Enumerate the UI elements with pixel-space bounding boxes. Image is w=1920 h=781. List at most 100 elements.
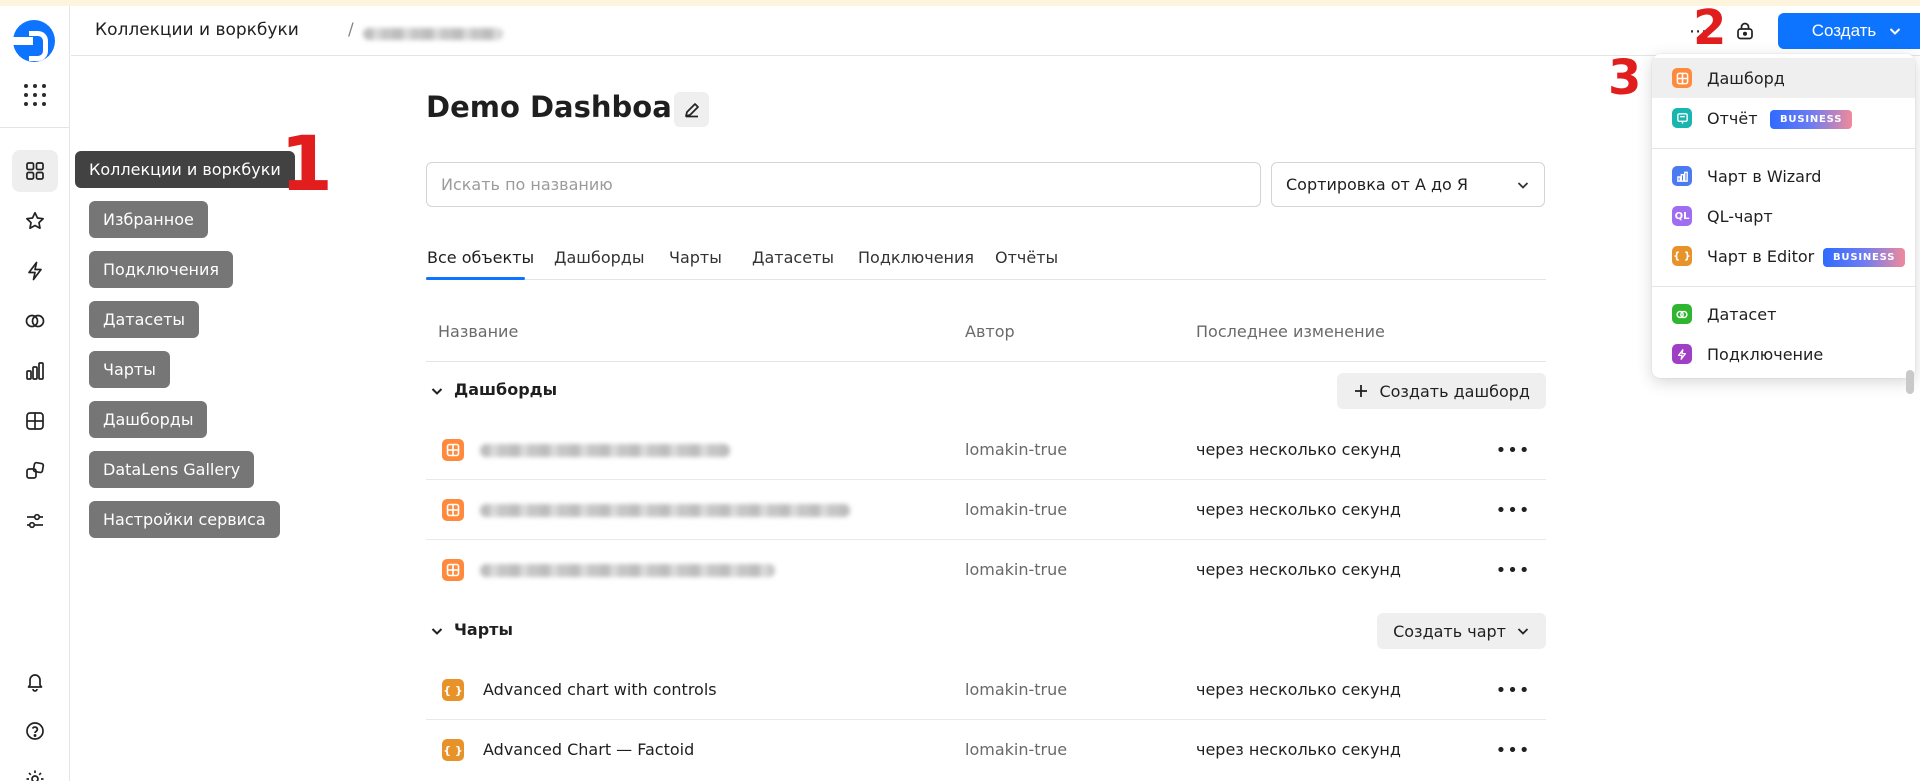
- access-lock-icon[interactable]: [1728, 16, 1762, 46]
- row-more-button[interactable]: •••: [1496, 736, 1530, 764]
- chevron-down-icon[interactable]: [430, 384, 444, 398]
- edit-title-button[interactable]: [674, 92, 709, 127]
- dashboards-grid-icon[interactable]: [12, 400, 58, 442]
- connection-bolt-icon: [1672, 344, 1692, 364]
- row-more-button[interactable]: •••: [1496, 556, 1530, 584]
- table-row[interactable]: lomakin-true через несколько секунд •••: [426, 540, 1546, 600]
- chevron-down-icon: [1890, 28, 1901, 35]
- group-dashboards: Дашборды Создать дашборд: [426, 373, 1546, 409]
- row-author: lomakin-true: [965, 440, 1068, 459]
- wizard-chart-icon: [1672, 166, 1692, 186]
- menu-item-label: Дашборд: [1707, 69, 1785, 88]
- menu-item-label: Отчёт: [1707, 109, 1758, 128]
- tip-connections[interactable]: Подключения: [89, 251, 234, 288]
- apps-grid-icon[interactable]: [24, 84, 46, 106]
- business-badge: BUSINESS: [1770, 110, 1853, 129]
- dataset-icon: [1672, 304, 1692, 324]
- create-chart-label: Создать чарт: [1393, 621, 1506, 641]
- tab-reports[interactable]: Отчёты: [995, 248, 1058, 267]
- tip-collections[interactable]: Коллекции и воркбуки: [75, 151, 295, 188]
- connections-bolt-icon[interactable]: [12, 250, 58, 292]
- table-row[interactable]: lomakin-true через несколько секунд •••: [426, 420, 1546, 480]
- tab-all[interactable]: Все объекты: [427, 248, 534, 267]
- row-name-redacted[interactable]: [480, 504, 850, 517]
- breadcrumb-current-redacted[interactable]: [363, 28, 503, 40]
- collections-icon[interactable]: [12, 150, 58, 192]
- row-changed: через несколько секунд: [1196, 740, 1401, 759]
- menu-item-connection[interactable]: Подключение: [1652, 334, 1915, 374]
- tab-charts[interactable]: Чарты: [669, 248, 722, 267]
- tab-dashboards[interactable]: Дашборды: [554, 248, 644, 267]
- scrollbar-thumb[interactable]: [1906, 370, 1914, 394]
- gallery-shapes-icon[interactable]: [12, 450, 58, 492]
- table-row[interactable]: { } Advanced chart with controls lomakin…: [426, 660, 1546, 720]
- editor-chart-icon: { }: [442, 679, 464, 701]
- table-row[interactable]: { } Advanced Chart — Factoid lomakin-tru…: [426, 720, 1546, 780]
- create-button[interactable]: Создать: [1778, 13, 1920, 49]
- menu-item-wizard-chart[interactable]: Чарт в Wizard: [1652, 156, 1915, 196]
- datalens-logo[interactable]: [13, 20, 55, 62]
- tab-datasets[interactable]: Датасеты: [752, 248, 834, 267]
- breadcrumb-collections[interactable]: Коллекции и воркбуки: [95, 20, 299, 40]
- tip-datasets[interactable]: Датасеты: [89, 301, 200, 338]
- row-name[interactable]: Advanced Chart — Factoid: [483, 740, 694, 759]
- settings-gear-icon[interactable]: [12, 758, 58, 781]
- group-title[interactable]: Чарты: [454, 620, 513, 639]
- help-question-icon[interactable]: [12, 710, 58, 752]
- row-more-button[interactable]: •••: [1496, 496, 1530, 524]
- table-row[interactable]: lomakin-true через несколько секунд •••: [426, 480, 1546, 540]
- datasets-rings-icon[interactable]: [12, 300, 58, 342]
- row-changed: через несколько секунд: [1196, 680, 1401, 699]
- row-more-button[interactable]: •••: [1496, 436, 1530, 464]
- sort-select[interactable]: Сортировка от А до Я: [1271, 162, 1545, 207]
- callout-3: 3: [1608, 50, 1642, 106]
- tip-charts[interactable]: Чарты: [89, 351, 170, 388]
- header: Коллекции и воркбуки / ⋯ Создать: [71, 6, 1920, 56]
- row-more-button[interactable]: •••: [1496, 676, 1530, 704]
- sort-select-value: Сортировка от А до Я: [1286, 175, 1469, 194]
- row-name-redacted[interactable]: [480, 444, 730, 457]
- ql-chart-icon: QL: [1672, 206, 1692, 226]
- notifications-bell-icon[interactable]: [12, 660, 58, 702]
- tip-dashboards[interactable]: Дашборды: [89, 401, 208, 438]
- chevron-down-icon: [1517, 628, 1529, 635]
- menu-item-report[interactable]: Отчёт BUSINESS: [1652, 98, 1915, 138]
- tip-gallery[interactable]: DataLens Gallery: [89, 451, 255, 488]
- tip-favorites[interactable]: Избранное: [89, 201, 208, 238]
- menu-divider: [1652, 286, 1915, 287]
- row-author: lomakin-true: [965, 500, 1068, 519]
- column-header-changed: Последнее изменение: [1196, 322, 1385, 341]
- menu-item-dashboard[interactable]: Дашборд: [1652, 58, 1915, 98]
- tip-settings[interactable]: Настройки сервиса: [89, 501, 280, 538]
- create-chart-button[interactable]: Создать чарт: [1377, 613, 1546, 649]
- row-author: lomakin-true: [965, 680, 1068, 699]
- pencil-icon: [684, 102, 699, 117]
- favorites-star-icon[interactable]: [12, 200, 58, 242]
- row-name[interactable]: Advanced chart with controls: [483, 680, 717, 699]
- row-changed: через несколько секунд: [1196, 500, 1401, 519]
- create-dashboard-button[interactable]: Создать дашборд: [1337, 373, 1546, 409]
- menu-item-label: Подключение: [1707, 345, 1824, 364]
- row-author: lomakin-true: [965, 740, 1068, 759]
- tab-connections[interactable]: Подключения: [858, 248, 974, 267]
- create-dashboard-label: Создать дашборд: [1379, 381, 1530, 401]
- breadcrumb-separator: /: [348, 20, 354, 40]
- menu-item-dataset[interactable]: Датасет: [1652, 294, 1915, 334]
- charts-bar-icon[interactable]: [12, 350, 58, 392]
- menu-item-label: Датасет: [1707, 305, 1777, 324]
- row-name-redacted[interactable]: [480, 564, 775, 577]
- dashboard-icon: [442, 439, 464, 461]
- group-charts: Чарты Создать чарт: [426, 613, 1546, 649]
- group-title[interactable]: Дашборды: [454, 380, 557, 399]
- menu-item-editor-chart[interactable]: { } Чарт в Editor BUSINESS: [1652, 236, 1915, 276]
- dashboard-icon: [442, 559, 464, 581]
- table-header-divider: [426, 361, 1546, 362]
- menu-item-ql-chart[interactable]: QL QL-чарт: [1652, 196, 1915, 236]
- row-author: lomakin-true: [965, 560, 1068, 579]
- chevron-down-icon[interactable]: [430, 624, 444, 638]
- settings-sliders-icon[interactable]: [12, 500, 58, 542]
- menu-divider: [1652, 148, 1915, 149]
- search-input[interactable]: [426, 162, 1261, 207]
- sidebar-divider: [0, 127, 70, 128]
- create-menu: Дашборд Отчёт BUSINESS Чарт в Wizard QL …: [1652, 54, 1915, 378]
